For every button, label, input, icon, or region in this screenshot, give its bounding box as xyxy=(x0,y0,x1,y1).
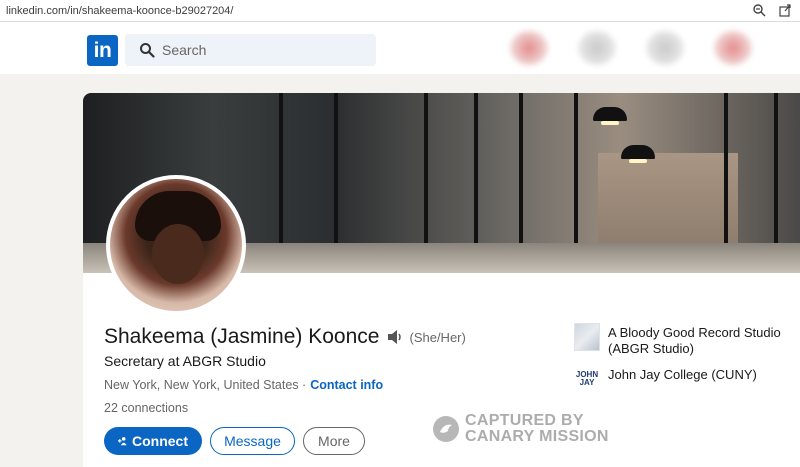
blurred-nav-icon xyxy=(646,31,684,65)
url-text[interactable]: linkedin.com/in/shakeema-koonce-b2902720… xyxy=(6,5,233,17)
abgr-logo-icon xyxy=(574,323,600,351)
connections-count[interactable]: 22 connections xyxy=(104,401,188,415)
add-person-icon xyxy=(118,437,127,446)
avatar-face xyxy=(152,224,204,284)
banner-lamp xyxy=(621,145,655,163)
experience-item[interactable]: A Bloody Good Record Studio (ABGR Studio… xyxy=(574,323,800,357)
search-input[interactable]: Search xyxy=(162,42,206,58)
experience-item[interactable]: JOHN JAY John Jay College (CUNY) xyxy=(574,365,800,393)
connect-label: Connect xyxy=(132,433,188,449)
message-label: Message xyxy=(224,433,281,449)
banner-lamp xyxy=(593,107,627,125)
avatar[interactable] xyxy=(106,175,246,315)
profile-actions: Connect Message More xyxy=(104,427,365,455)
location-row: New York, New York, United States · Cont… xyxy=(104,378,383,392)
more-label: More xyxy=(318,433,350,449)
url-tools xyxy=(752,3,792,17)
experience-label: John Jay College (CUNY) xyxy=(608,367,757,382)
experience-label: A Bloody Good Record Studio (ABGR Studio… xyxy=(608,325,781,356)
search-bar[interactable]: Search xyxy=(125,34,376,66)
linkedin-header: in Search xyxy=(0,22,800,74)
contact-info-link[interactable]: Contact info xyxy=(310,378,383,392)
pronouns: (She/Her) xyxy=(409,329,466,345)
canary-mission-logo-icon xyxy=(433,416,459,442)
watermark-text: CAPTURED BY CANARY MISSION xyxy=(465,413,609,445)
watermark-line1: CAPTURED BY xyxy=(465,412,584,429)
profile-card: Shakeema (Jasmine) Koonce (She/Her) Secr… xyxy=(83,93,800,467)
more-button[interactable]: More xyxy=(303,427,365,455)
profile-headline: Secretary at ABGR Studio xyxy=(104,353,266,369)
connect-button[interactable]: Connect xyxy=(104,427,202,455)
share-icon[interactable] xyxy=(778,3,792,17)
blurred-nav-icons xyxy=(500,22,800,74)
speaker-icon[interactable] xyxy=(385,327,405,347)
blurred-nav-icon xyxy=(510,31,548,65)
experience-list: A Bloody Good Record Studio (ABGR Studio… xyxy=(574,323,800,401)
zoom-icon[interactable] xyxy=(752,3,766,17)
blurred-nav-icon xyxy=(578,31,616,65)
watermark: CAPTURED BY CANARY MISSION xyxy=(432,413,609,445)
message-button[interactable]: Message xyxy=(210,427,295,455)
name-row: Shakeema (Jasmine) Koonce (She/Her) xyxy=(104,325,466,349)
browser-url-bar[interactable]: linkedin.com/in/shakeema-koonce-b2902720… xyxy=(0,0,800,22)
profile-name: Shakeema (Jasmine) Koonce xyxy=(104,325,380,348)
john-jay-logo-icon: JOHN JAY xyxy=(574,365,600,393)
blurred-nav-icon xyxy=(714,31,752,65)
location-text: New York, New York, United States · xyxy=(104,378,307,392)
search-icon xyxy=(140,43,155,58)
linkedin-logo[interactable]: in xyxy=(87,35,118,66)
watermark-line2: CANARY MISSION xyxy=(465,428,609,445)
